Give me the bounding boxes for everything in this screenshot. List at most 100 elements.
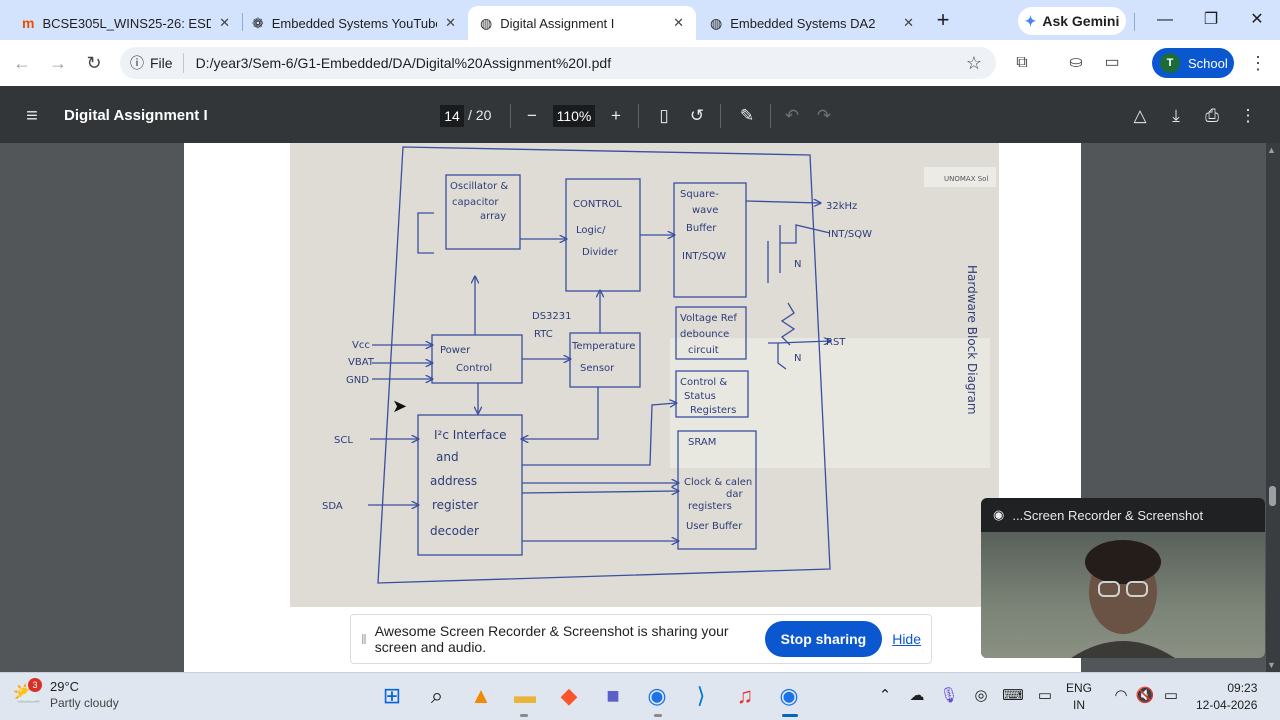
avatar: T: [1160, 53, 1180, 73]
brave-icon[interactable]: ◆: [553, 680, 585, 712]
teams-icon[interactable]: ■: [597, 680, 629, 712]
tab-embedded-youtube[interactable]: ❁ Embedded Systems YouTube ✕: [240, 6, 468, 40]
page-number-input[interactable]: 14: [440, 105, 464, 127]
tab-bcse305l[interactable]: m BCSE305L_WINS25-26: ESD A... ✕: [10, 6, 242, 40]
zoom-in-button[interactable]: +: [603, 104, 629, 128]
tab-title: BCSE305L_WINS25-26: ESD A...: [42, 15, 212, 31]
tab-title: Embedded Systems YouTube: [271, 15, 438, 31]
fit-page-icon[interactable]: ▯: [651, 104, 677, 128]
onedrive-icon[interactable]: ☁: [906, 686, 928, 706]
url-text[interactable]: D:/year3/Sem-6/G1-Embedded/DA/Digital%20…: [184, 55, 612, 71]
vscode-icon[interactable]: ⟩: [685, 680, 717, 712]
i2c-label-5: decoder: [430, 524, 479, 538]
keyboard-icon[interactable]: ⌨: [1002, 686, 1024, 706]
osc-label-2: capacitor: [452, 197, 499, 208]
chrome-tray-icon[interactable]: ◎: [970, 686, 992, 706]
side-label: Hardware Block Diagram: [965, 265, 979, 415]
vref-label-1: Voltage Ref: [680, 313, 737, 324]
close-icon[interactable]: ✕: [903, 15, 914, 31]
sq-label-1: Square-: [680, 189, 719, 200]
new-tab-button[interactable]: +: [930, 8, 956, 34]
sidebar-menu-icon[interactable]: ≡: [19, 104, 45, 128]
zoom-out-button[interactable]: −: [519, 104, 545, 128]
close-window-button[interactable]: ✕: [1234, 4, 1280, 36]
menu-kebab-icon[interactable]: ⋮: [1246, 52, 1270, 76]
music-icon[interactable]: ♫: [729, 680, 761, 712]
globe-icon: ◍: [710, 14, 723, 31]
star-icon[interactable]: ☆: [966, 53, 982, 74]
globe-icon: ◍: [480, 14, 493, 31]
volume-mute-icon[interactable]: 🔇: [1134, 686, 1156, 706]
clock-date: 12-04-2026: [1196, 698, 1258, 712]
chip-label-2: RTC: [534, 329, 553, 340]
more-options-icon[interactable]: ⋮: [1235, 104, 1261, 128]
scroll-up-icon[interactable]: ▲: [1267, 145, 1276, 155]
chrome-icon[interactable]: ◉: [641, 680, 673, 712]
divider: [720, 104, 721, 128]
zoom-level-input[interactable]: 110%: [553, 105, 595, 127]
vcc-label: Vcc: [352, 340, 370, 351]
recorder-overlay[interactable]: ◉ ...Screen Recorder & Screenshot: [981, 498, 1265, 658]
chrome-profile-icon[interactable]: ◉: [773, 680, 805, 712]
hide-link[interactable]: Hide: [892, 631, 921, 647]
scanned-diagram-photo: Oscillator & capacitor array CONTROL Log…: [290, 143, 999, 607]
stop-sharing-button[interactable]: Stop sharing: [764, 621, 883, 657]
close-icon[interactable]: ✕: [673, 15, 684, 31]
region-code: IN: [1073, 698, 1085, 712]
address-bar[interactable]: ⓘ File D:/year3/Sem-6/G1-Embedded/DA/Dig…: [120, 47, 996, 79]
tab-digital-assignment[interactable]: ◍ Digital Assignment I ✕: [468, 6, 696, 40]
minimize-button[interactable]: —: [1142, 4, 1188, 36]
show-hidden-icons-icon[interactable]: ⌃: [874, 686, 896, 706]
display-icon[interactable]: ▭: [1034, 686, 1056, 706]
scroll-down-icon[interactable]: ▼: [1267, 660, 1276, 670]
microphone-icon[interactable]: 🎙: [938, 686, 960, 706]
extensions-icon[interactable]: ⧉: [1010, 52, 1034, 76]
toolbar-separator: [1134, 13, 1135, 31]
site-info-button[interactable]: ⓘ File: [120, 53, 184, 73]
file-explorer-icon[interactable]: ▬: [509, 680, 541, 712]
profile-button[interactable]: T School: [1152, 48, 1234, 78]
language-indicator[interactable]: ENG IN: [1066, 680, 1092, 714]
temp-label-1: Temperature: [571, 341, 635, 352]
print-icon[interactable]: ⎙: [1199, 104, 1225, 128]
search-icon[interactable]: ⌕: [421, 680, 453, 712]
drive-icon[interactable]: △: [1127, 104, 1153, 128]
forward-button[interactable]: →: [46, 52, 70, 76]
ctrl-logic-label-1: CONTROL: [573, 199, 622, 210]
weather-icon: ⛅ 3: [12, 678, 42, 708]
undo-icon[interactable]: ↶: [779, 104, 805, 128]
gemini-icon: ✦: [1024, 12, 1037, 29]
close-icon[interactable]: ✕: [445, 15, 456, 31]
vlc-icon[interactable]: ▲: [465, 680, 497, 712]
redo-icon[interactable]: ↷: [811, 104, 837, 128]
reload-button[interactable]: ↻: [82, 52, 106, 76]
rotate-icon[interactable]: ↺: [684, 104, 710, 128]
system-clock[interactable]: 09:23 12-04-2026: [1196, 680, 1257, 714]
cast-icon[interactable]: ▭: [1100, 52, 1124, 76]
ask-gemini-button[interactable]: ✦ Ask Gemini: [1018, 7, 1126, 35]
sq-label-2: wave: [692, 205, 718, 216]
back-button[interactable]: ←: [10, 52, 34, 76]
close-icon[interactable]: ✕: [219, 15, 230, 31]
media-icon[interactable]: ⛀: [1064, 52, 1088, 76]
i2c-label-3: address: [430, 474, 477, 488]
tab-embedded-da2[interactable]: ◍ Embedded Systems DA2 ✕: [698, 6, 926, 40]
ctrl-logic-label-3: Divider: [582, 247, 619, 258]
temp-label-2: Sensor: [580, 363, 615, 374]
wifi-icon[interactable]: ◠: [1110, 686, 1132, 706]
start-windows-icon[interactable]: ⊞: [376, 680, 408, 712]
profile-label: School: [1188, 55, 1228, 71]
sram-label: SRAM: [688, 437, 716, 448]
page-total: / 20: [468, 107, 492, 123]
battery-icon[interactable]: ▭: [1160, 686, 1182, 706]
vertical-scrollbar[interactable]: [1266, 143, 1280, 672]
maximize-button[interactable]: ❐: [1188, 4, 1234, 36]
weather-widget[interactable]: ⛅ 3 29°C Partly cloudy: [12, 678, 119, 712]
download-icon[interactable]: ⤓: [1163, 104, 1189, 128]
user-buffer-label: User Buffer: [686, 521, 743, 532]
scrollbar-thumb[interactable]: [1269, 486, 1276, 506]
webcam-preview: [981, 532, 1265, 658]
drag-handle-icon[interactable]: ‖: [361, 631, 367, 647]
active-indicator: [782, 714, 798, 717]
annotate-icon[interactable]: ✎: [734, 104, 760, 128]
